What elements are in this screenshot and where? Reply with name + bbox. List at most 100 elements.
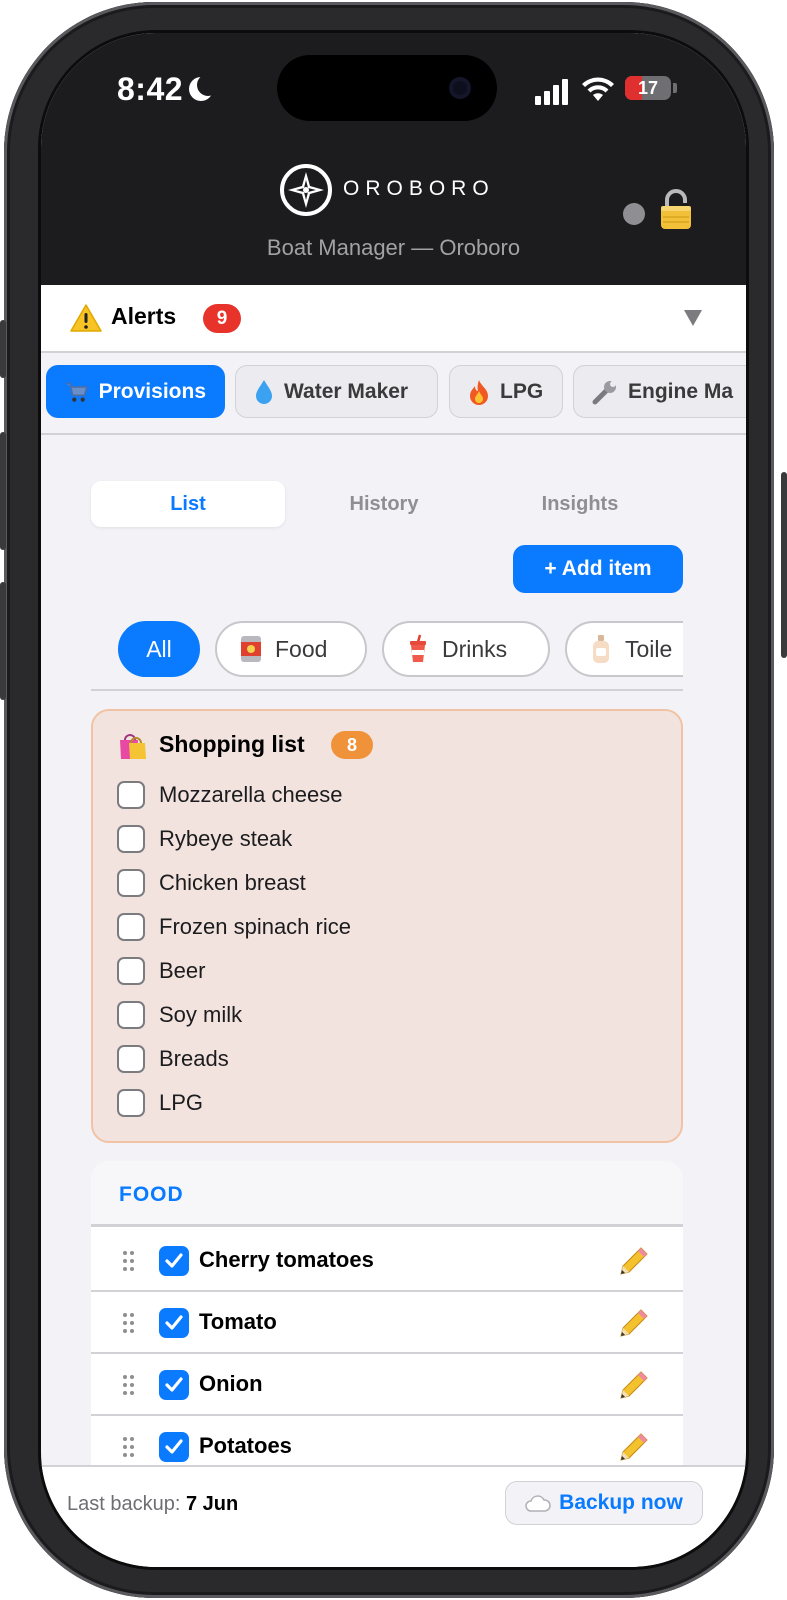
alerts-bar[interactable]: Alerts 9	[41, 285, 746, 353]
tab-engine-maintenance[interactable]: Engine Ma	[573, 365, 746, 418]
food-item-name: Potatoes	[199, 1433, 292, 1458]
screen: 8:42 17 OROBORO Boat Manager — Oroboro A…	[41, 33, 746, 1567]
can-icon	[241, 636, 261, 662]
wrench-icon	[592, 380, 616, 404]
wifi-icon	[582, 77, 614, 101]
list-item-label: Rybeye steak	[159, 826, 293, 851]
checkbox[interactable]	[117, 957, 145, 985]
status-time: 8:42	[117, 71, 184, 107]
view-segmented-control: List History Insights	[91, 481, 681, 527]
chip-toiletries-label: Toile	[625, 635, 673, 662]
list-item[interactable]: Beer	[117, 949, 205, 993]
segment-history[interactable]: History	[287, 481, 481, 527]
pencil-icon[interactable]	[617, 1368, 651, 1402]
app-header: 8:42 17 OROBORO Boat Manager — Oroboro	[41, 33, 746, 285]
drag-handle-icon[interactable]	[123, 1251, 135, 1271]
signal-icon	[535, 79, 569, 105]
tab-engine-maintenance-label: Engine Ma	[628, 379, 734, 403]
chip-food-label: Food	[275, 635, 328, 662]
drag-handle-icon[interactable]	[123, 1313, 135, 1333]
table-row[interactable]: Onion	[91, 1354, 683, 1416]
backup-bar: Last backup: 7 Jun Backup now	[41, 1465, 746, 1567]
water-drop-icon	[256, 379, 272, 404]
checkbox[interactable]	[117, 869, 145, 897]
add-item-button[interactable]: + Add item	[513, 545, 683, 593]
lock-icon[interactable]	[659, 189, 693, 231]
chevron-down-icon[interactable]	[684, 310, 702, 326]
fire-icon	[470, 379, 488, 405]
segment-insights[interactable]: Insights	[483, 481, 677, 527]
list-item-label: Soy milk	[159, 1002, 243, 1027]
action-button	[0, 320, 6, 378]
tab-water-maker[interactable]: Water Maker	[235, 365, 438, 418]
tab-provisions[interactable]: Provisions	[46, 365, 225, 418]
food-section-title: FOOD	[119, 1183, 184, 1206]
table-row[interactable]: Cherry tomatoes	[91, 1230, 683, 1292]
checkbox-checked-icon[interactable]	[159, 1432, 189, 1462]
checkbox[interactable]	[117, 825, 145, 853]
list-item-label: Beer	[159, 958, 206, 983]
compass-logo-icon	[280, 164, 332, 216]
checkbox-checked-icon[interactable]	[159, 1370, 189, 1400]
pencil-icon[interactable]	[617, 1430, 651, 1464]
last-backup: Last backup: 7 Jun	[67, 1493, 238, 1516]
list-item-label: LPG	[159, 1090, 204, 1115]
chip-all[interactable]: All	[118, 621, 200, 677]
chip-drinks-label: Drinks	[442, 635, 508, 662]
drag-handle-icon[interactable]	[123, 1437, 135, 1457]
checkbox[interactable]	[117, 913, 145, 941]
table-row[interactable]: Tomato	[91, 1292, 683, 1354]
list-item[interactable]: Chicken breast	[117, 861, 306, 905]
moon-icon	[189, 74, 219, 101]
app-subtitle: Boat Manager — Oroboro	[266, 235, 521, 260]
battery-icon: 17	[625, 76, 671, 100]
chip-drinks[interactable]: Drinks	[382, 621, 550, 677]
checkbox[interactable]	[117, 1001, 145, 1029]
checkbox-checked-icon[interactable]	[159, 1246, 189, 1276]
shopping-bags-icon	[120, 734, 146, 759]
brand-name: OROBORO	[343, 177, 495, 200]
chip-food[interactable]: Food	[215, 621, 367, 677]
power-button	[781, 472, 787, 658]
lotion-icon	[593, 635, 609, 663]
food-section-header: FOOD	[91, 1161, 683, 1227]
food-item-name: Tomato	[199, 1309, 277, 1334]
list-item[interactable]: LPG	[117, 1081, 203, 1125]
cloud-icon	[525, 1495, 551, 1512]
list-item-label: Mozzarella cheese	[159, 782, 343, 807]
list-item-label: Breads	[159, 1046, 229, 1071]
list-item[interactable]: Breads	[117, 1037, 229, 1081]
tab-lpg-label: LPG	[500, 379, 544, 403]
backup-now-button[interactable]: Backup now	[505, 1481, 703, 1525]
cup-icon	[410, 634, 426, 662]
list-item-label: Frozen spinach rice	[159, 914, 351, 939]
checkbox[interactable]	[117, 781, 145, 809]
list-item[interactable]: Frozen spinach rice	[117, 905, 351, 949]
list-item[interactable]: Rybeye steak	[117, 817, 292, 861]
list-item[interactable]: Soy milk	[117, 993, 242, 1037]
alerts-label: Alerts	[111, 303, 177, 329]
chip-toiletries[interactable]: Toile	[565, 621, 683, 677]
checkbox[interactable]	[117, 1045, 145, 1073]
battery-percent: 17	[637, 78, 659, 98]
chip-all-label: All	[146, 635, 172, 662]
food-item-name: Cherry tomatoes	[199, 1247, 374, 1272]
pencil-icon[interactable]	[617, 1306, 651, 1340]
segment-list[interactable]: List	[91, 481, 285, 527]
pencil-icon[interactable]	[617, 1244, 651, 1278]
tab-water-maker-label: Water Maker	[284, 379, 409, 403]
drag-handle-icon[interactable]	[123, 1375, 135, 1395]
checkbox-checked-icon[interactable]	[159, 1308, 189, 1338]
food-item-name: Onion	[199, 1371, 263, 1396]
shopping-list-count: 8	[331, 731, 373, 759]
list-item[interactable]: Mozzarella cheese	[117, 773, 342, 817]
volume-down-button	[0, 582, 6, 700]
connection-status-dot	[623, 203, 645, 225]
checkbox[interactable]	[117, 1089, 145, 1117]
list-item-label: Chicken breast	[159, 870, 306, 895]
food-section: FOOD Cherry tomatoes Tomato Onion Potato…	[91, 1161, 683, 1491]
tab-lpg[interactable]: LPG	[449, 365, 563, 418]
warning-icon	[70, 304, 102, 332]
cart-icon	[65, 382, 88, 402]
volume-up-button	[0, 432, 6, 550]
